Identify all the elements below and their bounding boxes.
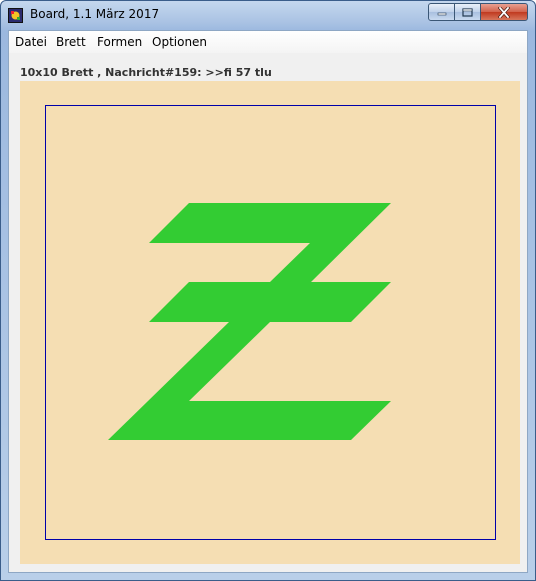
board-drawing <box>45 105 496 540</box>
z-shape[interactable] <box>108 203 391 440</box>
menu-brett[interactable]: Brett <box>56 35 86 49</box>
board-app-icon[interactable] <box>8 8 23 23</box>
maximize-button[interactable] <box>454 3 481 21</box>
minimize-icon <box>437 12 446 16</box>
menu-datei[interactable]: Datei <box>15 35 47 49</box>
window-title: Board, 1.1 März 2017 <box>30 7 160 21</box>
board-status-label: 10x10 Brett , Nachricht#159: >>fi 57 tlu <box>20 66 272 79</box>
menu-bar: Datei Brett Formen Optionen <box>9 31 527 53</box>
board-canvas[interactable] <box>20 81 520 564</box>
close-icon <box>498 6 510 18</box>
menu-formen[interactable]: Formen <box>97 35 142 49</box>
close-button[interactable] <box>480 3 528 21</box>
board-frame <box>45 105 496 540</box>
title-bar[interactable]: Board, 1.1 März 2017 <box>1 1 535 30</box>
maximize-icon <box>462 7 473 17</box>
client-area: Datei Brett Formen Optionen 10x10 Brett … <box>8 30 528 573</box>
menu-optionen[interactable]: Optionen <box>152 35 207 49</box>
minimize-button[interactable] <box>428 3 455 21</box>
app-window: Board, 1.1 März 2017 Datei Brett Formen … <box>0 0 536 581</box>
